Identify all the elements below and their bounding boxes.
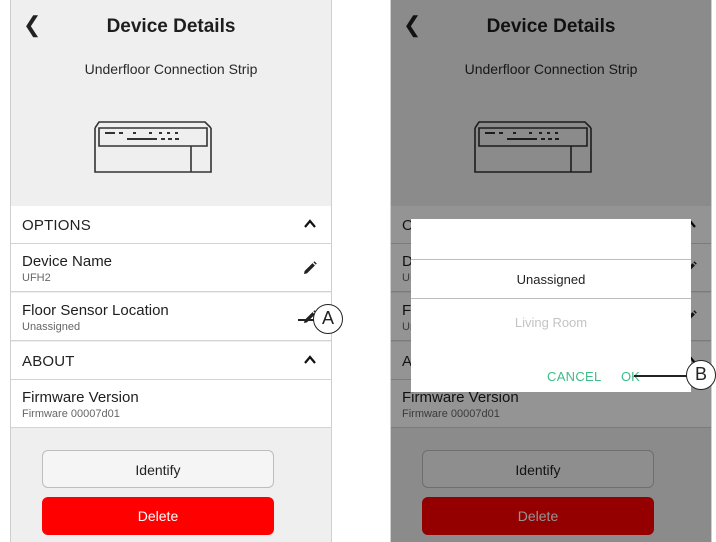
chevron-up-icon[interactable] (303, 217, 317, 231)
chevron-up-icon[interactable] (303, 353, 317, 367)
delete-button[interactable]: Delete (42, 497, 274, 535)
edit-pencil-icon[interactable] (303, 261, 317, 275)
picker-option-selected[interactable]: Unassigned (411, 272, 691, 287)
header: ❮ Device Details Underfloor Connection S… (11, 0, 331, 206)
picker-divider-bottom (411, 298, 691, 299)
firmware-label: Firmware Version (22, 389, 139, 406)
callout-a: A (313, 304, 343, 334)
firmware-value: Firmware 00007d01 (22, 408, 120, 420)
callout-b-line (634, 375, 688, 377)
floor-sensor-location-dialog: Unassigned Living Room CANCEL OK (411, 219, 691, 392)
picker-option[interactable]: Living Room (411, 315, 691, 330)
device-details-screen: ❮ Device Details Underfloor Connection S… (10, 0, 332, 542)
about-label: ABOUT (22, 353, 75, 370)
about-section-header[interactable]: ABOUT (11, 342, 331, 380)
connection-strip-icon (94, 121, 212, 173)
device-type-label: Underfloor Connection Strip (84, 61, 258, 77)
device-name-row[interactable]: Device Name UFH2 (11, 244, 331, 292)
device-name-label: Device Name (22, 253, 113, 270)
device-details-screen-dialog: ❮ Device Details Underfloor Connection S… (390, 0, 712, 542)
cancel-button[interactable]: CANCEL (547, 369, 602, 384)
options-label: OPTIONS (22, 217, 91, 234)
floor-sensor-label: Floor Sensor Location (22, 302, 169, 319)
identify-button[interactable]: Identify (42, 450, 274, 488)
picker-divider-top (411, 259, 691, 260)
page-title: Device Details (106, 16, 236, 37)
ok-button[interactable]: OK (621, 369, 640, 384)
floor-sensor-row[interactable]: Floor Sensor Location Unassigned (11, 293, 331, 341)
options-section-header[interactable]: OPTIONS (11, 206, 331, 244)
callout-a-line (298, 319, 314, 321)
device-name-value: UFH2 (22, 272, 51, 284)
firmware-row: Firmware Version Firmware 00007d01 (11, 380, 331, 428)
callout-b: B (686, 360, 716, 390)
floor-sensor-value: Unassigned (22, 321, 81, 333)
